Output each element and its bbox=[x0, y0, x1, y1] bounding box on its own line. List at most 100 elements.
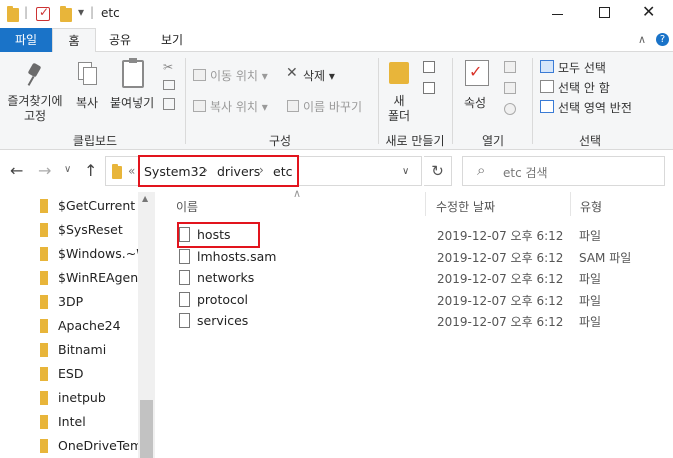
tab-share[interactable]: 공유 bbox=[100, 28, 140, 52]
rename-icon bbox=[287, 100, 299, 112]
recent-locations-icon[interactable]: ∨ bbox=[64, 164, 71, 175]
column-header-name[interactable]: 이름 bbox=[176, 198, 198, 215]
paste-icon bbox=[122, 58, 144, 88]
select-all-button[interactable]: 모두 선택 bbox=[558, 59, 606, 76]
folder-icon bbox=[40, 343, 48, 357]
sidebar-scrollbar[interactable]: ▲ bbox=[138, 192, 155, 458]
easy-access-icon[interactable] bbox=[423, 82, 435, 94]
new-item-icon[interactable] bbox=[423, 61, 435, 73]
file-row[interactable]: protocol 2019-12-07 오후 6:12 파일 bbox=[175, 289, 665, 311]
open-icon[interactable] bbox=[504, 61, 516, 73]
column-divider bbox=[570, 192, 571, 216]
qat-dropdown-icon[interactable]: ▾ bbox=[78, 5, 84, 19]
pin-to-quick-access-button[interactable]: 즐겨찾기에 고정 bbox=[4, 94, 66, 124]
file-icon bbox=[179, 270, 190, 285]
select-none-icon bbox=[540, 80, 554, 93]
invert-selection-icon bbox=[540, 100, 554, 113]
file-icon bbox=[179, 291, 190, 307]
cut-icon[interactable]: ✂ bbox=[163, 60, 173, 74]
new-folder-icon bbox=[389, 62, 409, 84]
folder-icon bbox=[40, 319, 48, 333]
column-header-type[interactable]: 유형 bbox=[580, 198, 602, 215]
sidebar-item[interactable]: $WinREAgent bbox=[58, 268, 143, 288]
file-type: 파일 bbox=[579, 229, 602, 243]
tab-file[interactable]: 파일 bbox=[0, 28, 52, 52]
properties-button[interactable]: 속성 bbox=[464, 94, 486, 111]
properties-icon: ✓ bbox=[465, 60, 489, 86]
scroll-up-icon[interactable]: ▲ bbox=[142, 194, 148, 203]
group-separator bbox=[378, 58, 379, 144]
copy-to-button[interactable]: 복사 위치 ▾ bbox=[210, 98, 268, 115]
navigation-bar: ← → ∨ ↑ « System32 › drivers › etc ∨ ↻ ⌕… bbox=[0, 150, 673, 192]
select-none-button[interactable]: 선택 안 함 bbox=[558, 79, 610, 96]
file-row[interactable]: services 2019-12-07 오후 6:12 파일 bbox=[175, 310, 665, 332]
copy-button[interactable]: 복사 bbox=[76, 94, 98, 111]
group-separator bbox=[452, 58, 453, 144]
rename-button[interactable]: 이름 바꾸기 bbox=[303, 98, 362, 115]
new-folder-qat-icon[interactable] bbox=[60, 6, 72, 22]
file-row[interactable]: lmhosts.sam 2019-12-07 오후 6:12 SAM 파일 bbox=[175, 246, 665, 268]
search-box[interactable]: ⌕ etc 검색 bbox=[462, 156, 665, 186]
file-name: protocol bbox=[197, 291, 248, 307]
edit-icon[interactable] bbox=[504, 82, 516, 94]
address-dropdown-icon[interactable]: ∨ bbox=[402, 166, 409, 177]
new-folder-button[interactable]: 새 폴더 bbox=[388, 94, 410, 124]
new-folder-line2: 폴더 bbox=[388, 109, 411, 123]
search-icon: ⌕ bbox=[477, 161, 486, 179]
delete-icon: ✕ bbox=[286, 65, 298, 81]
file-type: 파일 bbox=[579, 315, 602, 329]
search-placeholder: etc 검색 bbox=[503, 166, 548, 180]
sidebar-item[interactable]: Bitnami bbox=[58, 340, 106, 360]
move-to-label: 이동 위치 bbox=[210, 69, 258, 83]
select-all-icon bbox=[540, 60, 554, 73]
collapse-ribbon-icon[interactable]: ∧ bbox=[638, 33, 646, 46]
file-name: networks bbox=[197, 270, 255, 285]
sidebar-item[interactable]: inetpub bbox=[58, 388, 106, 408]
paste-button[interactable]: 붙여넣기 bbox=[110, 94, 154, 111]
file-type: 파일 bbox=[579, 272, 602, 286]
copy-path-icon[interactable] bbox=[163, 80, 175, 90]
scroll-thumb[interactable] bbox=[140, 400, 153, 458]
history-icon[interactable] bbox=[504, 103, 516, 115]
sidebar-item[interactable]: $SysReset bbox=[58, 220, 123, 240]
delete-button[interactable]: 삭제 ▾ bbox=[303, 67, 335, 84]
sidebar-item[interactable]: Apache24 bbox=[58, 316, 121, 336]
group-label-new: 새로 만들기 bbox=[385, 134, 445, 148]
folder-icon bbox=[40, 295, 48, 309]
properties-check-icon[interactable]: ✓ bbox=[36, 5, 50, 21]
tab-view[interactable]: 보기 bbox=[150, 28, 194, 52]
help-icon[interactable]: ? bbox=[656, 33, 669, 46]
sidebar-item[interactable]: 3DP bbox=[58, 292, 83, 312]
file-type: SAM 파일 bbox=[579, 250, 632, 265]
up-icon[interactable]: ↑ bbox=[84, 161, 97, 180]
copy-icon bbox=[78, 62, 98, 86]
minimize-icon[interactable] bbox=[552, 14, 563, 15]
sidebar-item[interactable]: $GetCurrent bbox=[58, 196, 135, 216]
back-icon[interactable]: ← bbox=[10, 161, 23, 180]
file-modified: 2019-12-07 오후 6:12 bbox=[437, 272, 564, 286]
file-icon bbox=[179, 313, 190, 328]
folder-icon bbox=[7, 6, 19, 22]
file-row[interactable]: networks 2019-12-07 오후 6:12 파일 bbox=[175, 267, 665, 289]
move-to-button[interactable]: 이동 위치 ▾ bbox=[210, 67, 268, 84]
sidebar-item[interactable]: OneDriveTemp bbox=[58, 436, 150, 456]
refresh-button[interactable]: ↻ bbox=[424, 156, 452, 186]
sidebar-item[interactable]: ESD bbox=[58, 364, 83, 384]
column-header-modified[interactable]: 수정한 날짜 bbox=[436, 198, 495, 215]
group-separator bbox=[532, 58, 533, 144]
file-name: lmhosts.sam bbox=[197, 248, 277, 264]
address-overflow[interactable]: « bbox=[128, 164, 135, 178]
invert-selection-button[interactable]: 선택 영역 반전 bbox=[558, 99, 632, 116]
close-icon[interactable]: ✕ bbox=[642, 2, 655, 21]
qat-separator: | bbox=[24, 5, 29, 19]
sidebar-item[interactable]: $Windows.~W bbox=[58, 244, 149, 264]
ribbon-panel: 즐겨찾기에 고정 복사 붙여넣기 ✂ 클립보드 이동 위치 ▾ 복사 위치 ▾ … bbox=[0, 52, 673, 150]
forward-icon[interactable]: → bbox=[38, 161, 51, 180]
maximize-icon[interactable] bbox=[599, 7, 610, 18]
group-label-select: 선택 bbox=[578, 134, 602, 148]
group-separator bbox=[185, 58, 186, 144]
sidebar-item[interactable]: Intel bbox=[58, 412, 86, 432]
hosts-highlight-box bbox=[177, 222, 260, 248]
paste-shortcut-icon[interactable] bbox=[163, 98, 175, 110]
tab-home[interactable]: 홈 bbox=[52, 28, 96, 53]
